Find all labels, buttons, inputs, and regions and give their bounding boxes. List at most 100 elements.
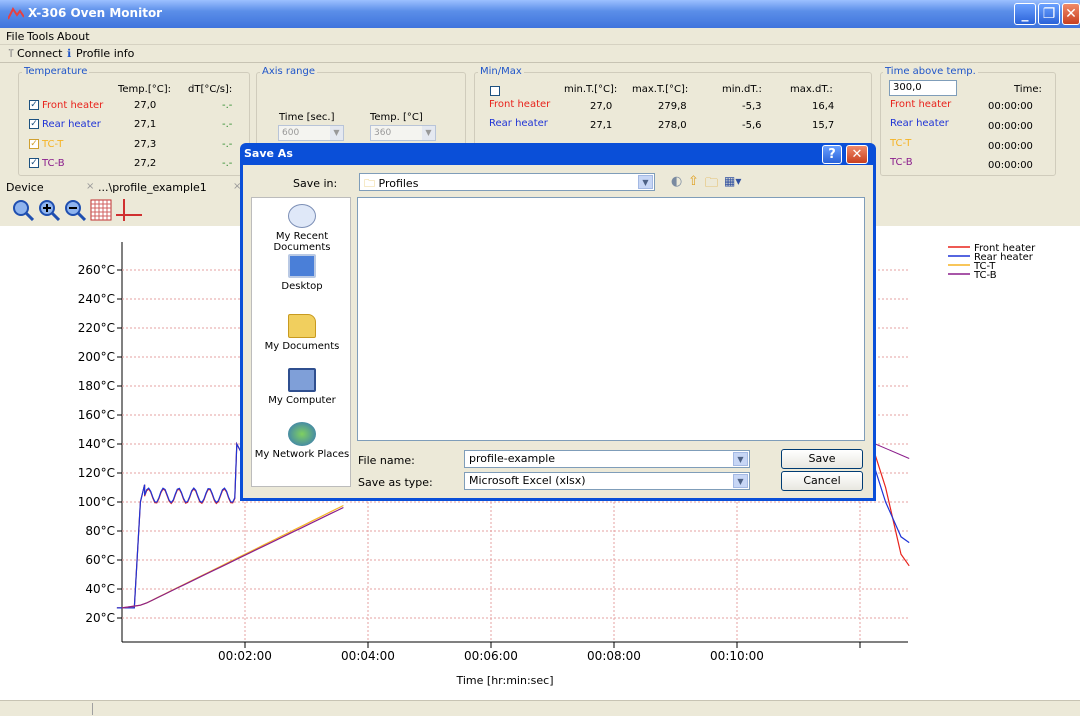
place-my-documents[interactable]: My Documents bbox=[252, 314, 352, 352]
y-tick-label: 120°C bbox=[78, 466, 115, 480]
rear-heater-dt: -.- bbox=[222, 119, 233, 130]
close-icon[interactable]: × bbox=[86, 181, 94, 192]
up-folder-icon[interactable]: ⇧ bbox=[688, 174, 699, 189]
minmax-front-heater-label: Front heater bbox=[489, 99, 551, 110]
status-divider bbox=[92, 703, 93, 715]
save-in-label: Save in: bbox=[293, 177, 338, 190]
tc-t-dt: -.- bbox=[222, 139, 233, 150]
time-above-front-value: 00:00:00 bbox=[988, 101, 1033, 112]
x-tick-label: 00:04:00 bbox=[341, 649, 395, 663]
places-bar: My Recent Documents Desktop My Documents… bbox=[251, 197, 351, 487]
tab-device[interactable]: Device bbox=[6, 181, 44, 194]
tab-profile-example[interactable]: ...\profile_example1 bbox=[98, 181, 207, 194]
save-as-dialog: Save As ? ✕ Save in: 🗀 Profiles ▼ ◐ ⇧ 🗀 … bbox=[240, 143, 876, 501]
desktop-icon bbox=[288, 254, 316, 278]
dialog-body: Save in: 🗀 Profiles ▼ ◐ ⇧ 🗀 ▦▾ My Recent… bbox=[243, 165, 873, 498]
place-my-computer[interactable]: My Computer bbox=[252, 368, 352, 406]
tc-b-checkbox[interactable]: ✓ bbox=[29, 158, 39, 168]
x-tick-label: 00:02:00 bbox=[218, 649, 272, 663]
temp-column-header: Temp.[°C]: bbox=[118, 84, 171, 95]
y-tick-label: 60°C bbox=[85, 553, 115, 567]
save-in-select[interactable]: 🗀 Profiles ▼ bbox=[359, 173, 655, 191]
front-heater-checkbox[interactable]: ✓ bbox=[29, 100, 39, 110]
temperature-group-title: Temperature bbox=[22, 66, 90, 77]
menu-about[interactable]: About bbox=[57, 30, 90, 43]
front-heater-dt: -.- bbox=[222, 100, 233, 111]
zoom-in-icon[interactable] bbox=[38, 199, 60, 221]
minmax-rear-max-dt: 15,7 bbox=[812, 120, 835, 131]
window-title: X-306 Oven Monitor bbox=[28, 6, 163, 20]
minmax-group-title: Min/Max bbox=[478, 66, 524, 77]
place-network[interactable]: My Network Places bbox=[252, 422, 352, 460]
y-tick-label: 260°C bbox=[78, 263, 115, 277]
menu-file[interactable]: File bbox=[6, 30, 24, 43]
time-above-rear-value: 00:00:00 bbox=[988, 121, 1033, 132]
save-button[interactable]: Save bbox=[781, 449, 863, 469]
my-computer-icon bbox=[288, 368, 316, 392]
file-list[interactable] bbox=[357, 197, 865, 441]
tc-b-temp: 27,2 bbox=[134, 158, 157, 169]
minmax-rear-min-dt: -5,6 bbox=[742, 120, 762, 131]
file-name-label: File name: bbox=[358, 454, 415, 467]
help-button[interactable]: ? bbox=[822, 145, 842, 164]
threshold-temp-input[interactable]: 300,0 bbox=[889, 80, 957, 96]
zoom-out-icon[interactable] bbox=[64, 199, 86, 221]
tc-b-tail bbox=[875, 443, 910, 459]
new-folder-icon[interactable]: 🗀 bbox=[705, 174, 718, 196]
save-type-label: Save as type: bbox=[358, 476, 433, 489]
place-recent-documents[interactable]: My Recent Documents bbox=[252, 204, 352, 253]
dt-column-header: dT[°C/s]: bbox=[188, 84, 233, 95]
x-tick-label: 00:08:00 bbox=[587, 649, 641, 663]
y-tick-label: 180°C bbox=[78, 379, 115, 393]
zoom-fit-icon[interactable] bbox=[12, 199, 34, 221]
y-tick-label: 220°C bbox=[78, 321, 115, 335]
save-type-select[interactable]: Microsoft Excel (xlsx) ▼ bbox=[464, 472, 750, 490]
network-places-icon bbox=[288, 422, 316, 446]
chevron-down-icon: ▼ bbox=[733, 474, 748, 488]
back-icon[interactable]: ◐ bbox=[671, 174, 682, 189]
menu-tools[interactable]: Tools bbox=[27, 30, 54, 43]
temp-range-select[interactable]: 360 ▼ bbox=[370, 125, 436, 141]
minmax-header-max-t: max.T.[°C]: bbox=[632, 84, 689, 95]
view-menu-icon[interactable]: ▦▾ bbox=[724, 174, 741, 188]
front-heater-cooldown bbox=[874, 455, 910, 567]
restore-button[interactable]: ❐ bbox=[1038, 3, 1060, 25]
tc-t-checkbox[interactable]: ✓ bbox=[29, 139, 39, 149]
rear-heater-series bbox=[116, 441, 244, 609]
time-range-select[interactable]: 600 ▼ bbox=[278, 125, 344, 141]
time-above-tcb-value: 00:00:00 bbox=[988, 160, 1033, 171]
temp-axis-label: Temp. [°C] bbox=[370, 112, 423, 123]
y-tick-label: 160°C bbox=[78, 408, 115, 422]
legend-label: TC-B bbox=[973, 270, 997, 281]
chevron-down-icon: ▼ bbox=[733, 452, 748, 466]
minmax-reset-checkbox[interactable] bbox=[490, 86, 500, 96]
my-documents-icon bbox=[288, 314, 316, 338]
profile-info-button[interactable]: Profile info bbox=[76, 47, 134, 60]
place-desktop[interactable]: Desktop bbox=[252, 254, 352, 292]
file-name-input[interactable]: profile-example ▼ bbox=[464, 450, 750, 468]
title-bar: X-306 Oven Monitor _ ❐ ✕ bbox=[0, 0, 1080, 28]
menu-bar: File Tools About bbox=[0, 28, 1080, 45]
rear-heater-checkbox[interactable]: ✓ bbox=[29, 119, 39, 129]
minmax-front-min-dt: -5,3 bbox=[742, 101, 762, 112]
connect-button[interactable]: Connect bbox=[17, 47, 62, 60]
minmax-header-max-dt: max.dT.: bbox=[790, 84, 833, 95]
minimize-button[interactable]: _ bbox=[1014, 3, 1036, 25]
grid-icon[interactable] bbox=[90, 199, 112, 221]
app-logo-icon bbox=[8, 7, 24, 20]
minmax-header-min-t: min.T.[°C]: bbox=[564, 84, 618, 95]
time-column-header: Time: bbox=[1014, 84, 1042, 95]
x-axis-label: Time [hr:min:sec] bbox=[455, 674, 553, 687]
minmax-front-min-t: 27,0 bbox=[590, 101, 613, 112]
tc-b-dt: -.- bbox=[222, 158, 233, 169]
recent-documents-icon bbox=[288, 204, 316, 228]
toolbar: ⴶ Connect ℹ Profile info bbox=[0, 45, 1080, 63]
y-tick-label: 240°C bbox=[78, 292, 115, 306]
dialog-close-button[interactable]: ✕ bbox=[846, 145, 868, 164]
close-button[interactable]: ✕ bbox=[1062, 3, 1080, 25]
cancel-button[interactable]: Cancel bbox=[781, 471, 863, 491]
minmax-rear-heater-label: Rear heater bbox=[489, 118, 548, 129]
axis-range-group-title: Axis range bbox=[260, 66, 318, 77]
y-tick-label: 200°C bbox=[78, 350, 115, 364]
crosshair-icon[interactable] bbox=[116, 199, 142, 221]
